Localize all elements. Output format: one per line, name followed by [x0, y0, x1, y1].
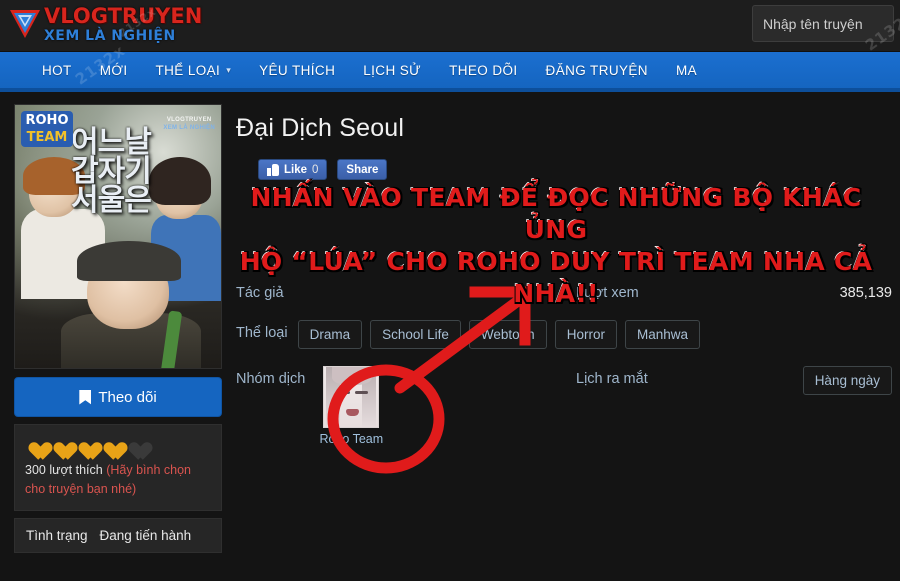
genre-tag-2[interactable]: Webtoon [468, 320, 547, 349]
page-content: 어느날 갑자기 서울은 ROHO TEAM VLOGTRUYEN XEM LÀ … [0, 96, 900, 581]
team-avatar [323, 366, 380, 428]
views-value: 385,139 [839, 285, 892, 301]
nav-item-label: LỊCH SỬ [363, 62, 422, 78]
cover-korean-title: 어느날 갑자기 서울은 [71, 128, 152, 218]
facebook-like-label: Like [284, 163, 308, 176]
cover-team-badge-line2: TEAM [26, 130, 68, 145]
social-buttons: Like 0 Share [258, 159, 896, 180]
likes-count-text: 300 lượt thích [25, 463, 103, 477]
page-root: VLOGTRUYEN XEM LÀ NGHIỆN HOT MỚI THỂ LOẠI ▾… [0, 0, 900, 581]
facebook-like-button[interactable]: Like 0 [258, 159, 328, 180]
status-box: Tình trạng Đang tiến hành [14, 517, 222, 553]
comic-cover-image[interactable]: 어느날 갑자기 서울은 ROHO TEAM VLOGTRUYEN XEM LÀ … [14, 104, 222, 369]
rating-box: 300 lượt thích (Hãy bình chọn cho truyện… [14, 424, 222, 511]
cover-team-badge-line1: ROHO [25, 113, 69, 128]
bookmark-icon [79, 389, 92, 405]
status-value: Đang tiến hành [99, 527, 192, 543]
meta-row-team: Nhóm dịch Roho Team Lịch ra mắt Hàng ngà… [236, 366, 896, 446]
nav-item-label: THỂ LOẠI [155, 62, 221, 78]
cover-figure-right-hair [149, 157, 211, 205]
follow-button-label: Theo dõi [98, 388, 157, 406]
nav-item-label: MA [675, 62, 698, 78]
status-label: Tình trạng [26, 527, 88, 543]
genre-tag-3[interactable]: Horror [554, 320, 617, 349]
nav-item-0[interactable]: HOT [0, 52, 86, 88]
nav-item-4[interactable]: LỊCH SỬ [349, 52, 435, 88]
chevron-down-icon: ▾ [226, 64, 232, 75]
nav-item-6[interactable]: ĐĂNG TRUYỆN [532, 52, 662, 88]
translation-team[interactable]: Roho Team [315, 366, 387, 446]
heart-icon-4[interactable] [100, 434, 121, 453]
nav-item-7[interactable]: MA [662, 52, 711, 88]
avatar-eye-right [355, 391, 369, 394]
site-logo[interactable]: VLOGTRUYEN XEM LÀ NGHIỆN [8, 4, 202, 43]
page-title: Đại Dịch Seoul [236, 114, 405, 142]
likes-line: 300 lượt thích (Hãy bình chọn cho truyện… [25, 461, 211, 499]
facebook-share-label: Share [346, 163, 379, 176]
avatar-bangs [332, 367, 373, 385]
cover-team-badge: ROHO TEAM [21, 111, 73, 147]
cover-site-watermark: VLOGTRUYEN XEM LÀ NGHIỆN [163, 117, 215, 132]
avatar-eye-left [337, 391, 351, 394]
nav-item-label: MỚI [99, 62, 128, 78]
site-header: VLOGTRUYEN XEM LÀ NGHIỆN [0, 0, 900, 52]
thumbs-up-icon [267, 163, 279, 176]
heart-icon-1[interactable] [25, 434, 46, 453]
schedule-label: Lịch ra mắt [576, 371, 648, 387]
heart-icon-5[interactable] [125, 434, 146, 453]
cover-figure-cap [77, 241, 181, 281]
team-name: Roho Team [319, 432, 384, 446]
genre-tag-4[interactable]: Manhwa [624, 320, 700, 349]
cover-watermark-line1: VLOGTRUYEN [166, 117, 212, 123]
nav-item-5[interactable]: THEO DÕI [435, 52, 531, 88]
views-label: Lượt xem [576, 285, 639, 301]
vlogtruyen-logo-icon [8, 6, 42, 42]
schedule-badge[interactable]: Hàng ngày [802, 366, 892, 395]
nav-item-label: ĐĂNG TRUYỆN [545, 62, 648, 78]
nav-item-label: HOT [42, 62, 72, 78]
heart-icon-3[interactable] [75, 434, 96, 453]
heart-icon-2[interactable] [50, 434, 71, 453]
cover-watermark-line2: XEM LÀ NGHIỆN [163, 124, 215, 131]
logo-subtitle: XEM LÀ NGHIỆN [44, 28, 176, 44]
comic-details: Đại Dịch Seoul Like 0 Share Tác giả Lượt… [236, 104, 896, 446]
nav-item-2[interactable]: THỂ LOẠI ▾ [141, 52, 245, 88]
main-navigation: HOT MỚI THỂ LOẠI ▾ YÊU THÍCH LỊCH SỬ THEO DÕI Đ… [0, 52, 900, 92]
comic-sidebar: 어느날 갑자기 서울은 ROHO TEAM VLOGTRUYEN XEM LÀ … [14, 104, 222, 553]
nav-item-3[interactable]: YÊU THÍCH [245, 52, 349, 88]
heart-rating[interactable] [25, 434, 211, 453]
nav-item-1[interactable]: MỚI [86, 52, 142, 88]
team-label: Nhóm dịch [236, 371, 306, 387]
follow-button[interactable]: Theo dõi [14, 377, 222, 417]
meta-row-genres: Thể loại Drama School Life Webtoon Horror Ma… [236, 320, 896, 366]
facebook-like-count: 0 [312, 163, 319, 176]
author-label: Tác giả [236, 285, 284, 301]
search-input[interactable] [752, 5, 894, 42]
meta-row-author: Tác giả Lượt xem 385,139 [236, 280, 896, 320]
avatar-mouth [346, 409, 360, 416]
genres-label: Thể loại [236, 325, 288, 341]
comic-meta: Tác giả Lượt xem 385,139 Thể loại Drama S… [236, 280, 896, 446]
genre-list: Drama School Life Webtoon Horror Manhwa [297, 320, 700, 349]
cover-korean-line3: 서울은 [71, 182, 152, 218]
nav-item-label: THEO DÕI [449, 62, 518, 78]
logo-title: VLOGTRUYEN [44, 4, 203, 28]
genre-tag-1[interactable]: School Life [370, 320, 461, 349]
nav-item-label: YÊU THÍCH [259, 62, 336, 78]
genre-tag-0[interactable]: Drama [297, 320, 363, 349]
facebook-share-button[interactable]: Share [337, 159, 388, 180]
